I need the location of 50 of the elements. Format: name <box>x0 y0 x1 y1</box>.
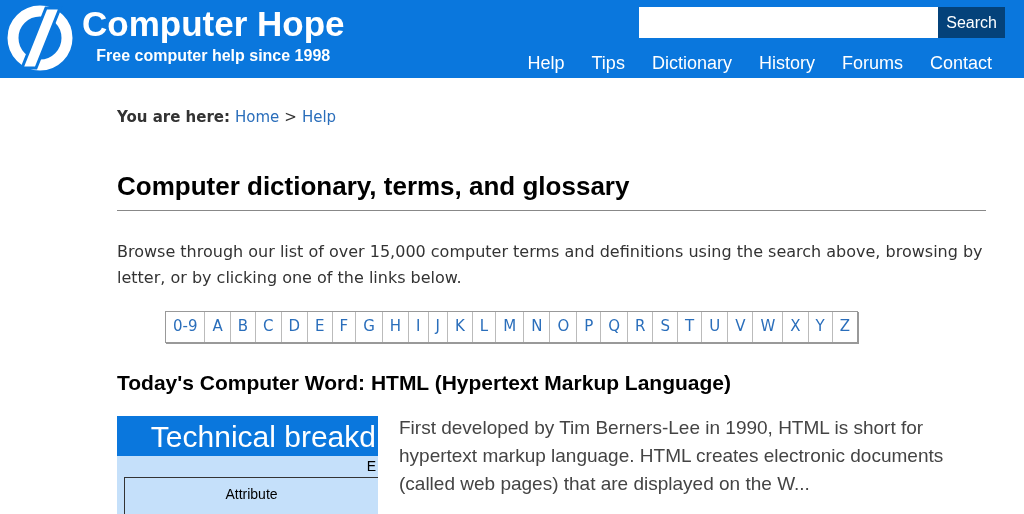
letter-link[interactable]: D <box>280 311 308 342</box>
letter-link[interactable]: C <box>255 311 281 342</box>
letter-link[interactable]: W <box>752 311 783 342</box>
letter-link[interactable]: G <box>355 311 382 342</box>
letter-link[interactable]: T <box>677 311 702 342</box>
site-title[interactable]: Computer Hope <box>82 4 345 44</box>
letter-link[interactable]: Y <box>807 311 832 342</box>
word-of-day-text: First developed by Tim Berners-Lee in 1990, HTML is short for hypertext markup language. HTML creates electronic documents (called web pages) that are displayed on the W... <box>399 416 945 496</box>
nav-link[interactable]: History <box>758 50 815 77</box>
letter-link[interactable]: X <box>782 311 808 342</box>
letter-link[interactable]: N <box>523 311 550 342</box>
breadcrumb-label: You are here: <box>117 107 231 128</box>
letter-link[interactable]: E <box>307 311 332 342</box>
letter-link[interactable]: V <box>727 311 753 342</box>
letter-link[interactable]: L <box>471 311 496 342</box>
search-button[interactable]: Search <box>938 7 1005 38</box>
nav-link[interactable]: Help <box>527 50 565 77</box>
diagram-title: Technical breakd <box>150 418 376 455</box>
letter-link[interactable]: 0-9 <box>165 311 205 342</box>
letter-link[interactable]: U <box>701 311 728 342</box>
letter-link[interactable]: P <box>576 311 601 342</box>
diagram-label: E <box>366 457 376 476</box>
diagram-label: Attribute <box>225 485 278 504</box>
nav-link[interactable]: Tips <box>591 50 625 77</box>
letter-link[interactable]: H <box>381 311 409 342</box>
nav-link[interactable]: Forums <box>841 50 903 77</box>
page-title: Computer dictionary, terms, and glossary <box>117 166 986 211</box>
letter-link[interactable]: R <box>627 311 653 342</box>
letter-link[interactable]: O <box>549 311 577 342</box>
letter-link[interactable]: K <box>447 311 472 342</box>
logo-icon <box>6 4 74 72</box>
word-of-day-heading: Today's Computer Word: HTML (Hypertext Markup Language) <box>117 369 733 396</box>
letter-link[interactable]: F <box>331 311 356 342</box>
letter-link[interactable]: I <box>408 311 428 342</box>
letter-link[interactable]: M <box>495 311 524 342</box>
letter-link[interactable]: B <box>229 311 256 342</box>
letter-link[interactable]: Z <box>831 311 857 342</box>
letter-link[interactable]: J <box>427 311 447 342</box>
diagram-thumbnail[interactable]: Technical breakd E Attribute <box>117 416 378 514</box>
site-tagline: Free computer help since 1998 <box>96 46 331 66</box>
intro-paragraph: Browse through our list of over 15,000 computer terms and definitions using the search above, browsing by letter, or by clicking one of the links below. <box>117 240 984 289</box>
breadcrumb-link[interactable]: Help <box>301 106 337 129</box>
breadcrumb-link[interactable]: Home <box>235 106 280 129</box>
search-field[interactable] <box>639 7 939 38</box>
nav-link[interactable]: Dictionary <box>651 50 732 77</box>
breadcrumb-separator: > <box>284 107 297 128</box>
letter-link[interactable]: Q <box>600 311 628 342</box>
nav-link[interactable]: Contact <box>929 50 992 77</box>
letter-link[interactable]: S <box>652 311 677 342</box>
letter-link[interactable]: A <box>204 311 230 342</box>
